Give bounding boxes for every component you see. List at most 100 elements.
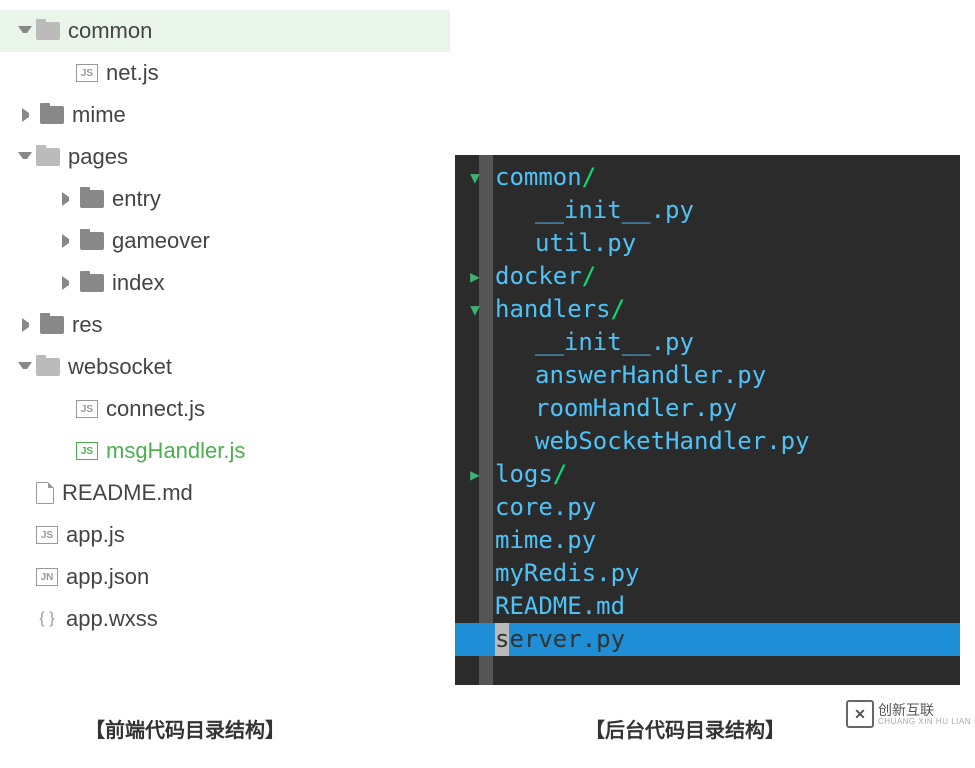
tree-item-label: common: [68, 18, 152, 44]
chevron-right-icon[interactable]: ▶: [455, 458, 495, 491]
tree-item[interactable]: ▶__init__.py: [455, 326, 960, 359]
tree-item-label: index: [112, 270, 165, 296]
tree-item[interactable]: JS net.js: [0, 52, 450, 94]
arrow-placeholder: ▶: [455, 326, 495, 359]
tree-item[interactable]: ▶ answerHandler.py: [455, 359, 960, 392]
tree-item[interactable]: mime: [0, 94, 450, 136]
chevron-down-icon[interactable]: [18, 362, 32, 376]
js-file-icon: JS: [76, 442, 98, 460]
folder-icon: [80, 190, 104, 208]
arrow-placeholder: [58, 444, 72, 458]
arrow-placeholder: [18, 528, 32, 542]
arrow-placeholder: ▶: [455, 425, 495, 458]
tree-item[interactable]: pages: [0, 136, 450, 178]
arrow-placeholder: ▶: [455, 359, 495, 392]
tree-item[interactable]: res: [0, 304, 450, 346]
tree-item[interactable]: index: [0, 262, 450, 304]
tree-item[interactable]: ▶ roomHandler.py: [455, 392, 960, 425]
arrow-placeholder: ▶: [455, 524, 495, 557]
watermark-subtext: CHUANG XIN HU LIAN: [878, 717, 971, 726]
tree-item-label: res: [72, 312, 103, 338]
tree-item[interactable]: ▶myRedis.py: [455, 557, 960, 590]
dir-slash: /: [582, 161, 596, 194]
js-file-icon: JS: [76, 64, 98, 82]
tree-item-label: docker: [495, 260, 582, 293]
tree-item-label: README.md: [495, 590, 625, 623]
arrow-placeholder: ▶: [455, 227, 495, 260]
tree-item-label: logs: [495, 458, 553, 491]
tree-item[interactable]: websocket: [0, 346, 450, 388]
tree-item[interactable]: README.md: [0, 472, 450, 514]
arrow-placeholder: ▶: [455, 590, 495, 623]
js-file-icon: JS: [76, 400, 98, 418]
tree-item-label: server.py: [495, 623, 625, 656]
tree-item-label: handlers: [495, 293, 611, 326]
tree-item-label: mime.py: [495, 524, 596, 557]
tree-item[interactable]: common: [0, 10, 450, 52]
folder-icon: [40, 106, 64, 124]
tree-item-label: app.wxss: [66, 606, 158, 632]
tree-item-label: app.json: [66, 564, 149, 590]
chevron-down-icon[interactable]: [18, 26, 32, 40]
tree-item[interactable]: entry: [0, 178, 450, 220]
tree-item-label: websocket: [68, 354, 172, 380]
dir-slash: /: [553, 458, 567, 491]
tree-item[interactable]: ▼handlers/: [455, 293, 960, 326]
arrow-placeholder: [58, 402, 72, 416]
tree-item-label: common: [495, 161, 582, 194]
tree-item[interactable]: ▶docker/: [455, 260, 960, 293]
tree-item[interactable]: ▶webSocketHandler.py: [455, 425, 960, 458]
tree-item-label: gameover: [112, 228, 210, 254]
chevron-right-icon[interactable]: [62, 192, 76, 206]
folder-icon: [36, 358, 60, 376]
wxss-file-icon: { }: [36, 610, 58, 628]
json-file-icon: JN: [36, 568, 58, 586]
tree-item[interactable]: gameover: [0, 220, 450, 262]
arrow-placeholder: ▶: [455, 491, 495, 524]
tree-item-label: msgHandler.js: [106, 438, 245, 464]
arrow-placeholder: [18, 612, 32, 626]
arrow-placeholder: ▶: [455, 623, 495, 656]
tree-item[interactable]: ▶server.py: [455, 623, 960, 656]
arrow-placeholder: [18, 486, 32, 500]
tree-item[interactable]: { } app.wxss: [0, 598, 450, 640]
folder-icon: [36, 22, 60, 40]
folder-icon: [40, 316, 64, 334]
tree-item[interactable]: ▶core.py: [455, 491, 960, 524]
tree-item-label: util.py: [535, 227, 636, 260]
tree-item[interactable]: ▶ util.py: [455, 227, 960, 260]
tree-item-label: myRedis.py: [495, 557, 640, 590]
tree-item-label: core.py: [495, 491, 596, 524]
chevron-down-icon[interactable]: [18, 152, 32, 166]
chevron-right-icon[interactable]: [22, 108, 36, 122]
tree-item[interactable]: ▶__init__.py: [455, 194, 960, 227]
tree-item[interactable]: JSconnect.js: [0, 388, 450, 430]
tree-item[interactable]: ▼common/: [455, 161, 960, 194]
tree-item-label: net.js: [106, 60, 159, 86]
tree-item-label: answerHandler.py: [535, 359, 766, 392]
tree-item[interactable]: JSapp.js: [0, 514, 450, 556]
folder-icon: [80, 232, 104, 250]
chevron-right-icon[interactable]: [62, 276, 76, 290]
tree-item-label: app.js: [66, 522, 125, 548]
arrow-placeholder: ▶: [455, 392, 495, 425]
folder-icon: [80, 274, 104, 292]
tree-item-label: entry: [112, 186, 161, 212]
chevron-right-icon[interactable]: [62, 234, 76, 248]
tree-item[interactable]: ▶mime.py: [455, 524, 960, 557]
chevron-down-icon[interactable]: ▼: [455, 161, 495, 194]
tree-item[interactable]: JN app.json: [0, 556, 450, 598]
tree-item-label: __init__.py: [535, 194, 694, 227]
tree-item[interactable]: JS msgHandler.js: [0, 430, 450, 472]
chevron-right-icon[interactable]: [22, 318, 36, 332]
chevron-down-icon[interactable]: ▼: [455, 293, 495, 326]
tree-item[interactable]: ▶README.md: [455, 590, 960, 623]
tree-item[interactable]: ▶logs/: [455, 458, 960, 491]
tree-item-label: mime: [72, 102, 126, 128]
tree-item-label: roomHandler.py: [535, 392, 737, 425]
chevron-right-icon[interactable]: ▶: [455, 260, 495, 293]
arrow-placeholder: ▶: [455, 557, 495, 590]
watermark: ✕ 创新互联 CHUANG XIN HU LIAN: [846, 700, 971, 728]
dir-slash: /: [582, 260, 596, 293]
tree-item-label: pages: [68, 144, 128, 170]
